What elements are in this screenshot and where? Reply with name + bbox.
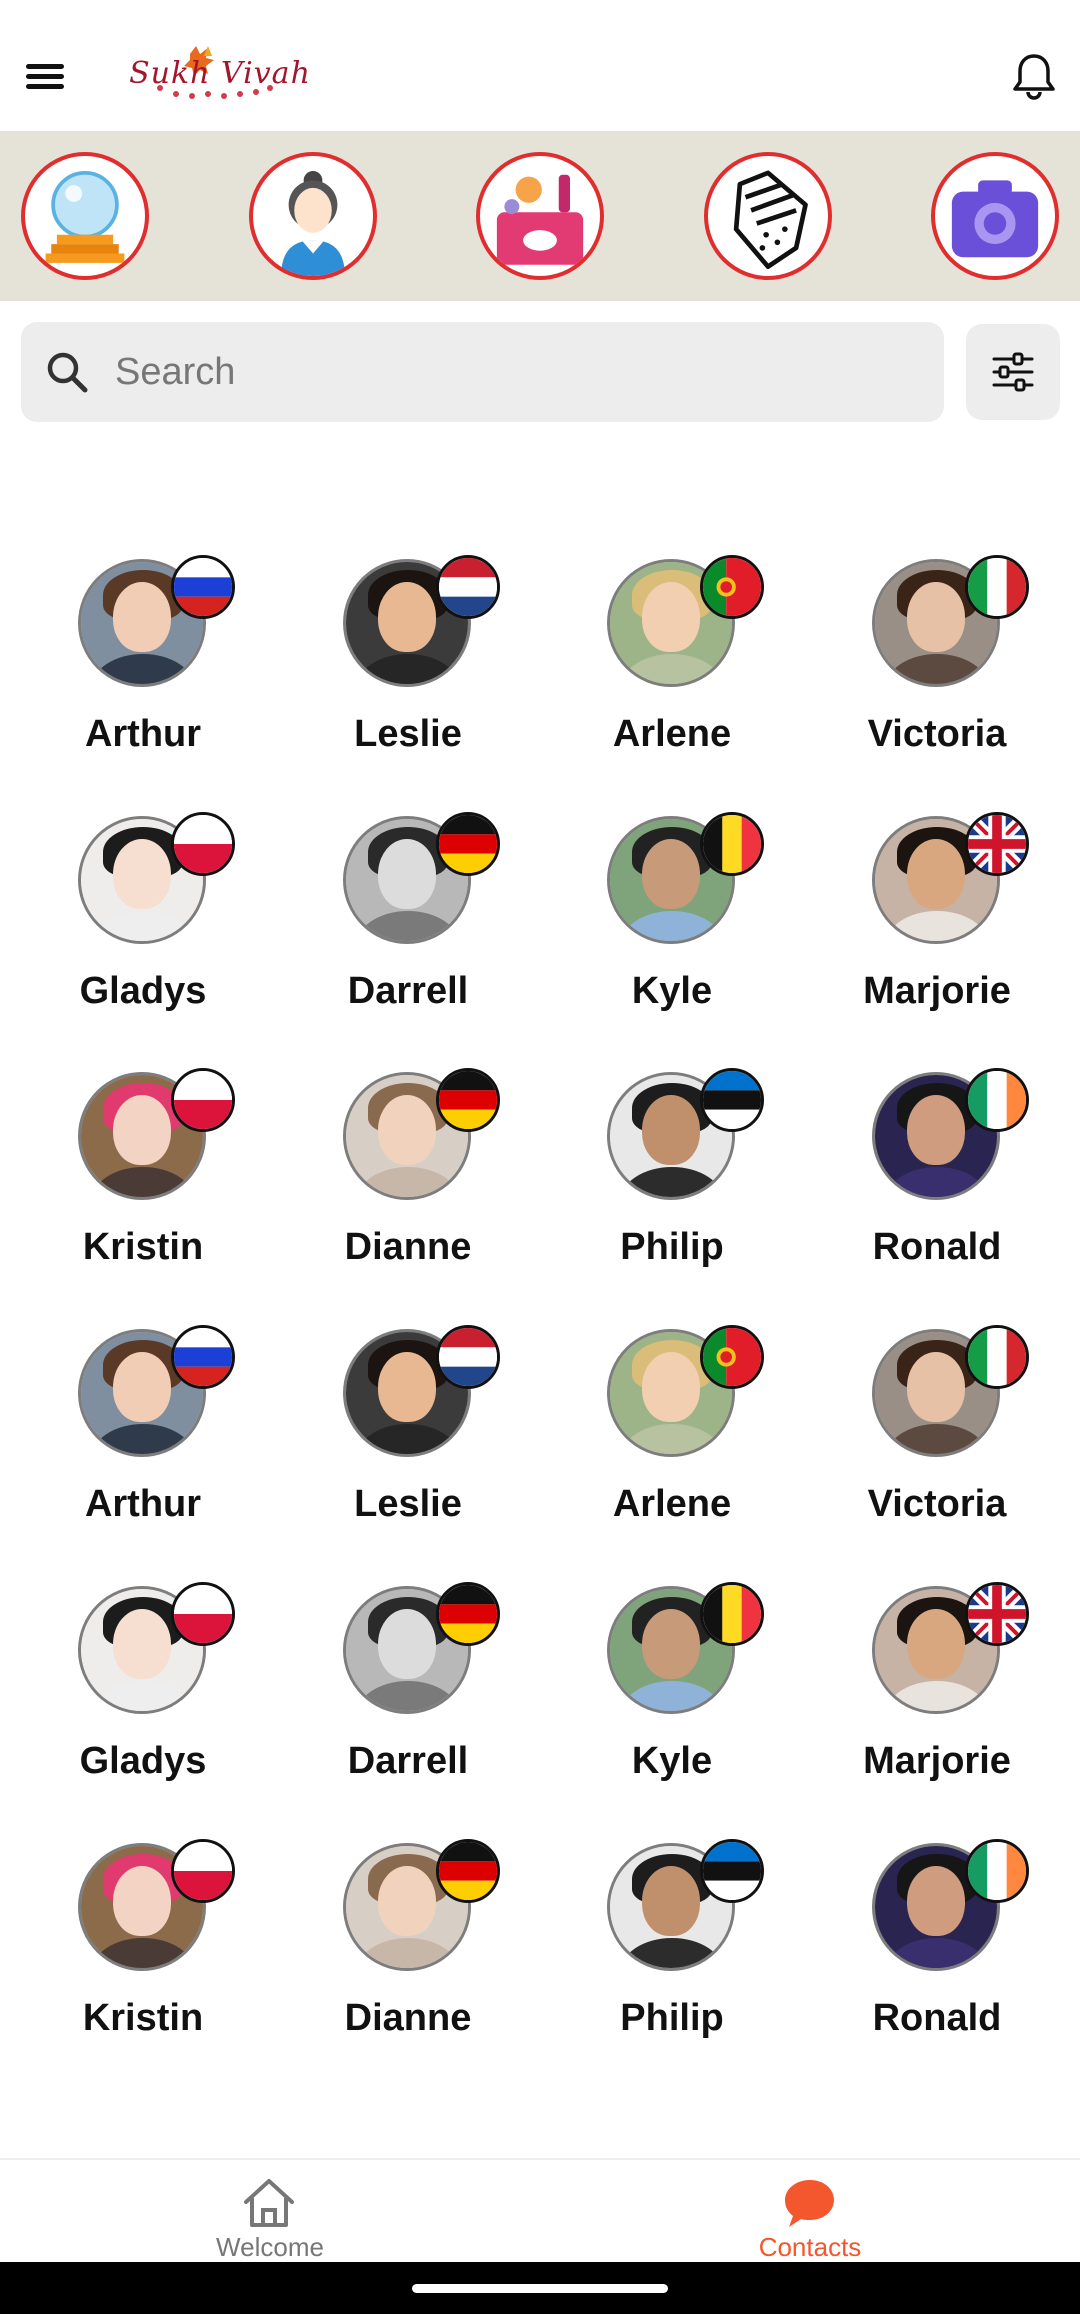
contact-card[interactable]: Arlene <box>572 1325 772 1545</box>
contact-card[interactable]: Ronald <box>837 1068 1037 1288</box>
contact-name: Leslie <box>354 713 462 755</box>
system-navigation-bar <box>0 2262 1080 2314</box>
palm-reading-icon[interactable] <box>704 152 832 280</box>
estonia-flag-icon <box>700 1839 764 1903</box>
app-logo: Sukh Vivah <box>120 36 320 112</box>
contact-name: Kristin <box>82 1226 204 1268</box>
belgium-flag-icon <box>700 812 764 876</box>
portugal-flag-icon <box>700 1325 764 1389</box>
filter-button[interactable] <box>966 324 1060 420</box>
contact-card[interactable]: Ronald <box>837 1839 1037 2059</box>
nav-contacts[interactable]: Contacts <box>700 2170 920 2262</box>
contact-name: Arthur <box>84 713 202 755</box>
notification-bell-icon[interactable] <box>1008 50 1060 102</box>
contact-card[interactable]: Gladys <box>43 812 243 1032</box>
poland-flag-icon <box>171 1068 235 1132</box>
bottom-navigation: Welcome Contacts <box>0 2158 1080 2262</box>
contact-card[interactable]: Arthur <box>43 1325 243 1545</box>
contact-card[interactable]: Leslie <box>308 1325 508 1545</box>
contact-name: Marjorie <box>863 1740 1011 1782</box>
camera-icon[interactable] <box>931 152 1059 280</box>
contact-name: Darrell <box>347 1740 469 1782</box>
contact-name: Arthur <box>84 1483 202 1525</box>
contact-name: Kyle <box>631 970 713 1012</box>
search-bar[interactable] <box>21 322 944 422</box>
search-icon <box>47 352 88 393</box>
poland-flag-icon <box>171 812 235 876</box>
top-bar: Sukh Vivah <box>0 0 1080 131</box>
filter-sliders-icon <box>992 352 1034 392</box>
contact-card[interactable]: Marjorie <box>837 1582 1037 1802</box>
italy-flag-icon <box>965 555 1029 619</box>
contact-name: Ronald <box>872 1997 1002 2039</box>
contact-name: Gladys <box>79 970 207 1012</box>
category-strip <box>0 131 1080 301</box>
ireland-flag-icon <box>965 1068 1029 1132</box>
nav-welcome[interactable]: Welcome <box>160 2170 380 2262</box>
ireland-flag-icon <box>965 1839 1029 1903</box>
logo-text: Sukh Vivah <box>129 56 311 91</box>
contact-name: Arlene <box>612 713 732 755</box>
contact-card[interactable]: Kristin <box>43 1068 243 1288</box>
contact-card[interactable]: Marjorie <box>837 812 1037 1032</box>
contact-card[interactable]: Dianne <box>308 1068 508 1288</box>
united-kingdom-flag-icon <box>965 812 1029 876</box>
contact-card[interactable]: Leslie <box>308 555 508 775</box>
germany-flag-icon <box>436 1068 500 1132</box>
chat-bubble-icon <box>785 2180 834 2227</box>
contact-card[interactable]: Darrell <box>308 1582 508 1802</box>
contact-name: Dianne <box>344 1226 472 1268</box>
contact-name: Philip <box>620 1997 724 2039</box>
contact-name: Philip <box>620 1226 724 1268</box>
contact-card[interactable]: Victoria <box>837 1325 1037 1545</box>
germany-flag-icon <box>436 812 500 876</box>
contact-card[interactable]: Philip <box>572 1068 772 1288</box>
netherlands-flag-icon <box>436 1325 500 1389</box>
contact-card[interactable]: Victoria <box>837 555 1037 775</box>
contact-card[interactable]: Kyle <box>572 1582 772 1802</box>
contact-name: Kyle <box>631 1740 713 1782</box>
contact-card[interactable]: Arlene <box>572 555 772 775</box>
nav-contacts-label: Contacts <box>758 2232 862 2262</box>
poland-flag-icon <box>171 1582 235 1646</box>
contact-name: Victoria <box>867 1483 1007 1525</box>
russia-flag-icon <box>171 555 235 619</box>
portugal-flag-icon <box>700 555 764 619</box>
italy-flag-icon <box>965 1325 1029 1389</box>
cosmetics-icon[interactable] <box>476 152 604 280</box>
nav-welcome-label: Welcome <box>216 2232 324 2262</box>
contact-name: Kristin <box>82 1997 204 2039</box>
contact-card[interactable]: Arthur <box>43 555 243 775</box>
contact-name: Arlene <box>612 1483 732 1525</box>
united-kingdom-flag-icon <box>965 1582 1029 1646</box>
crystal-ball-icon[interactable] <box>21 152 149 280</box>
contact-name: Gladys <box>79 1740 207 1782</box>
contact-card[interactable]: Philip <box>572 1839 772 2059</box>
estonia-flag-icon <box>700 1068 764 1132</box>
search-input[interactable] <box>115 322 915 422</box>
contact-name: Dianne <box>344 1997 472 2039</box>
germany-flag-icon <box>436 1582 500 1646</box>
russia-flag-icon <box>171 1325 235 1389</box>
contact-card[interactable]: Kyle <box>572 812 772 1032</box>
contact-card[interactable]: Kristin <box>43 1839 243 2059</box>
germany-flag-icon <box>436 1839 500 1903</box>
contact-name: Victoria <box>867 713 1007 755</box>
netherlands-flag-icon <box>436 555 500 619</box>
contact-name: Leslie <box>354 1483 462 1525</box>
poland-flag-icon <box>171 1839 235 1903</box>
contact-card[interactable]: Dianne <box>308 1839 508 2059</box>
contact-card[interactable]: Darrell <box>308 812 508 1032</box>
contact-name: Ronald <box>872 1226 1002 1268</box>
belgium-flag-icon <box>700 1582 764 1646</box>
menu-icon[interactable] <box>22 56 70 96</box>
contact-name: Marjorie <box>863 970 1011 1012</box>
contact-card[interactable]: Gladys <box>43 1582 243 1802</box>
receptionist-icon[interactable] <box>249 152 377 280</box>
home-gesture-handle[interactable] <box>412 2284 668 2293</box>
contact-name: Darrell <box>347 970 469 1012</box>
home-icon <box>244 2179 294 2227</box>
